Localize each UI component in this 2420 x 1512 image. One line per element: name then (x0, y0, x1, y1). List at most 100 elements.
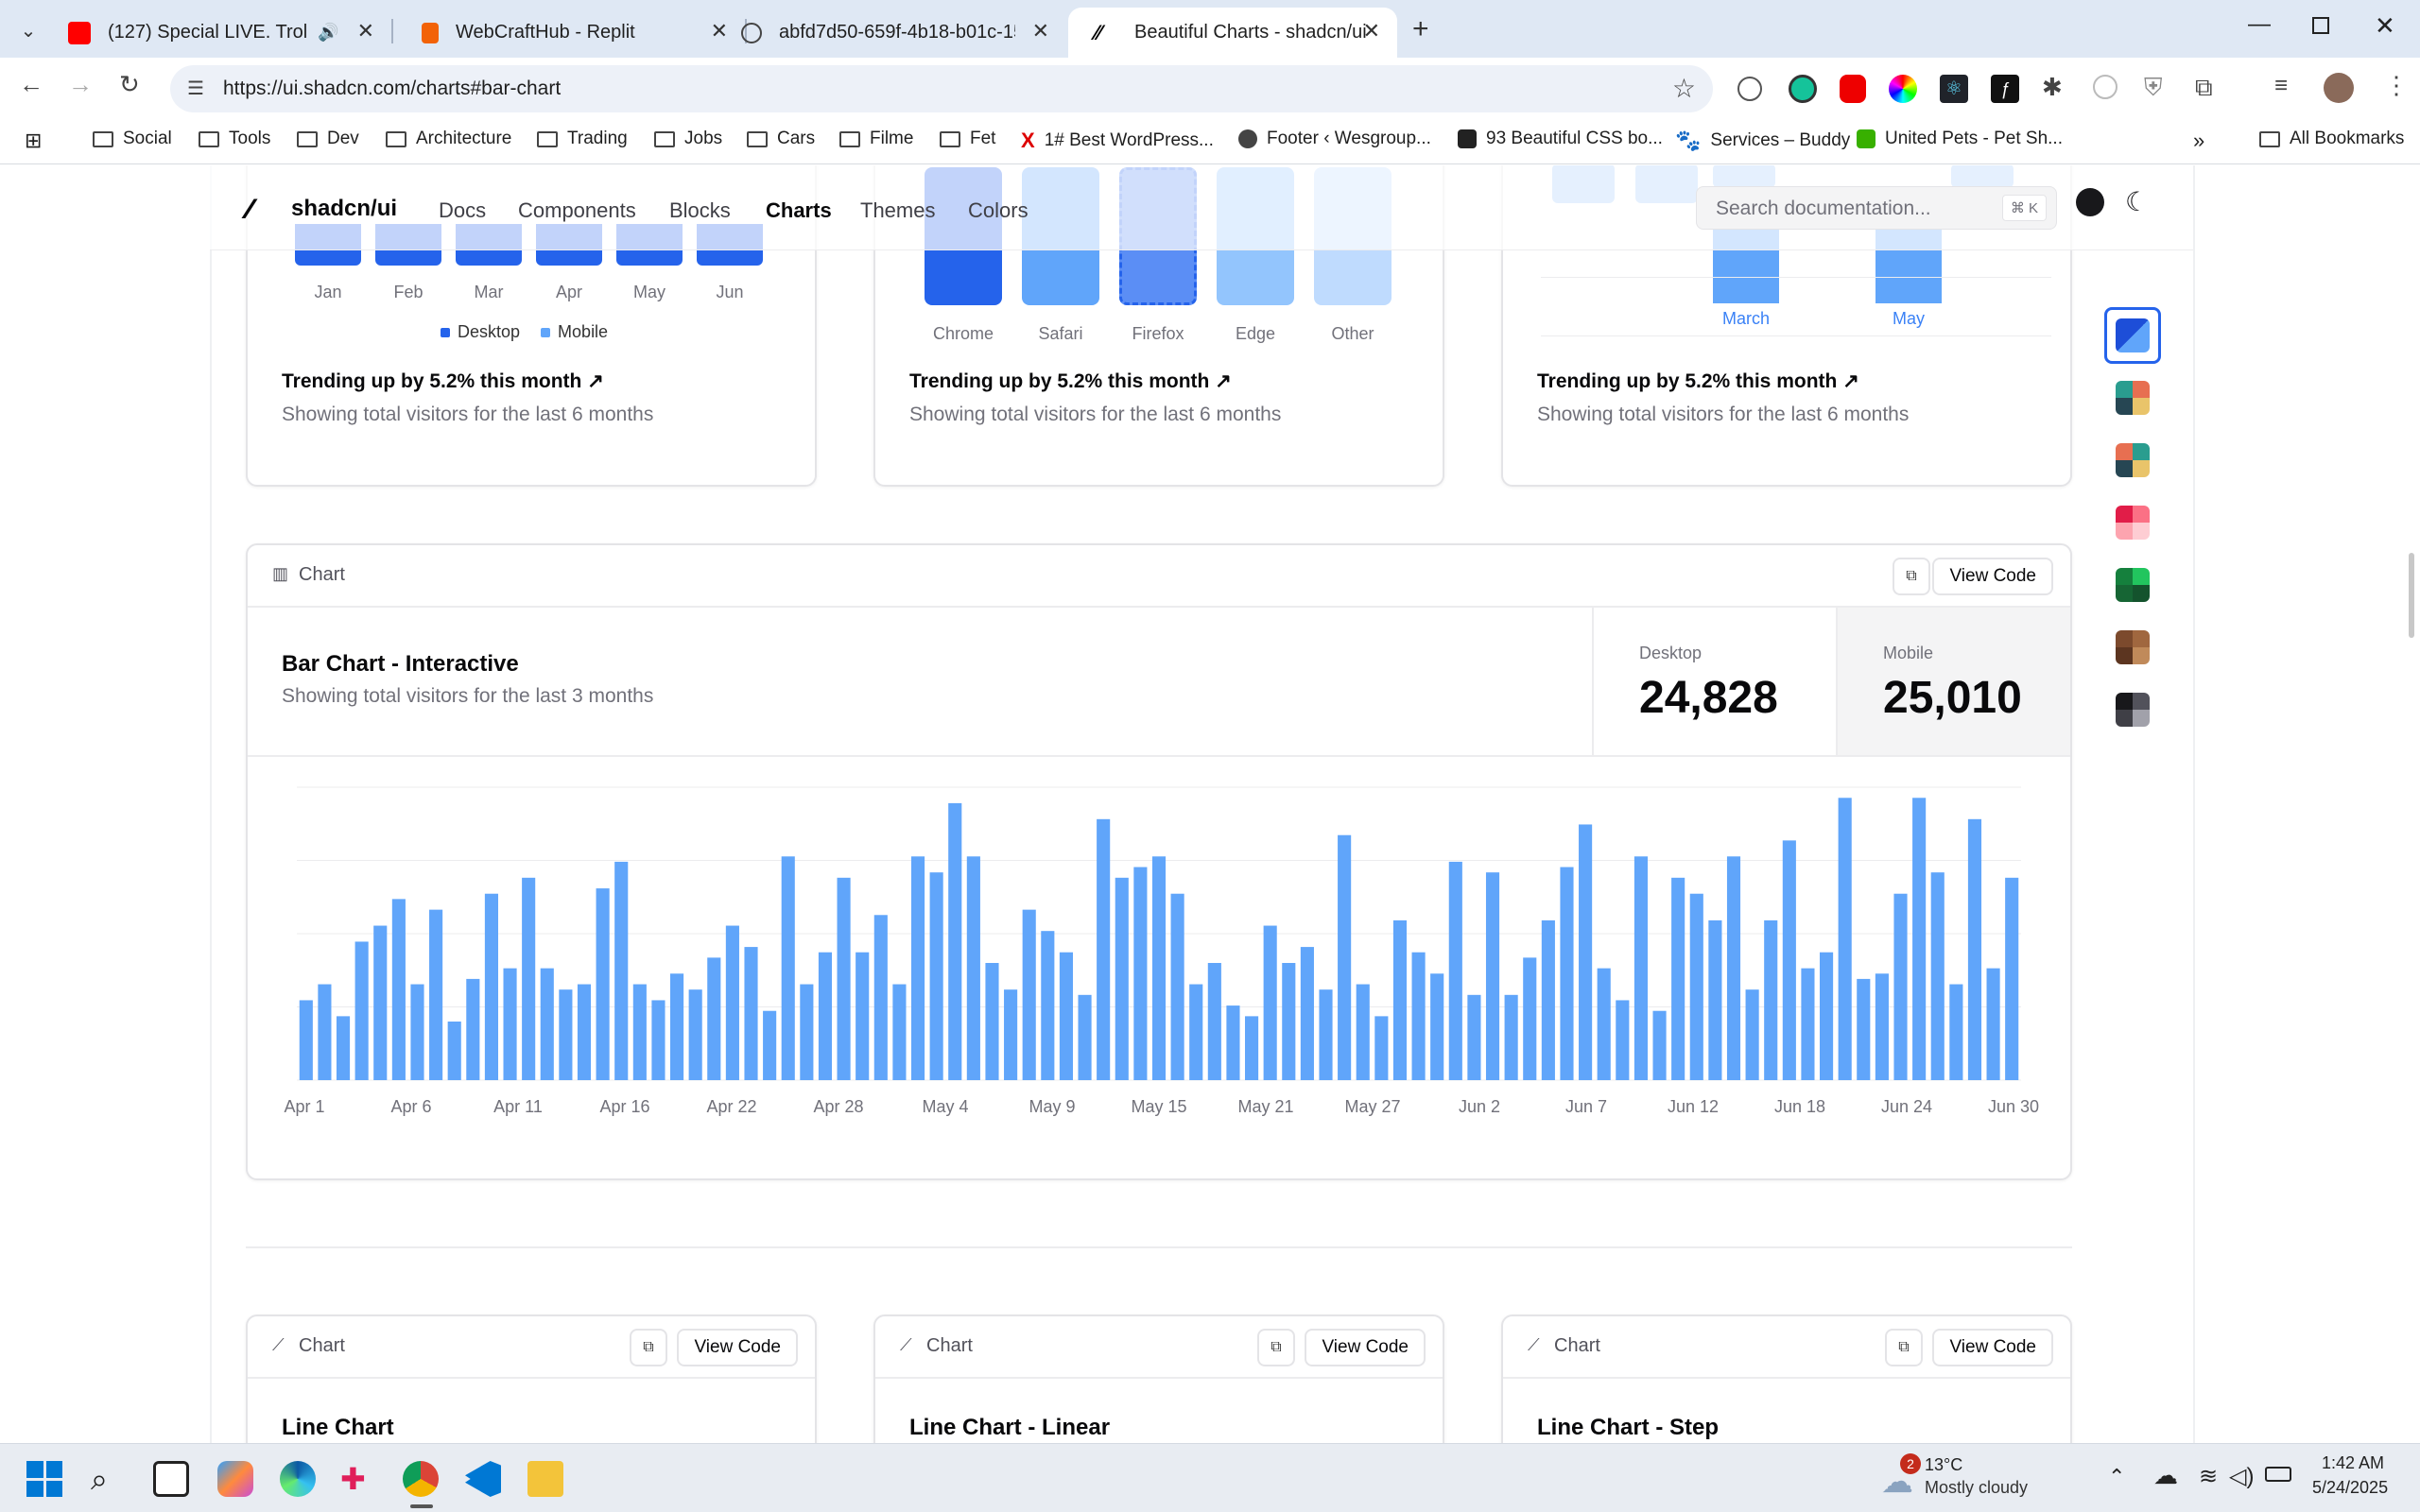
nav-charts[interactable]: Charts (766, 198, 832, 223)
chart-bar[interactable] (910, 856, 925, 1080)
chart-bar[interactable] (1893, 893, 1908, 1080)
chart-bar[interactable] (1726, 856, 1741, 1080)
nav-docs[interactable]: Docs (439, 198, 486, 223)
chart-bar[interactable] (1652, 1010, 1667, 1080)
chart-bar[interactable] (484, 893, 498, 1080)
chart-bar[interactable] (1059, 952, 1073, 1080)
chart-bar[interactable] (1226, 1005, 1240, 1080)
chart-bar[interactable] (1078, 994, 1092, 1080)
chart-bar[interactable] (1319, 989, 1333, 1080)
chart-bar[interactable] (892, 984, 907, 1080)
chart-bar[interactable] (577, 984, 592, 1080)
theme-swatch-rose[interactable] (2116, 506, 2150, 540)
chart-bar[interactable] (1930, 872, 1945, 1080)
slack-icon[interactable]: ✚ (340, 1461, 376, 1497)
chart-bar[interactable] (1189, 984, 1203, 1080)
tab-search-button[interactable]: ⌄ (13, 17, 43, 47)
chart-bar[interactable] (466, 978, 480, 1080)
chart-bar[interactable] (1430, 973, 1444, 1080)
chart-bar[interactable] (651, 1000, 666, 1080)
chevron-up-icon[interactable]: ⌃ (2108, 1465, 2125, 1489)
chart-bar[interactable] (1374, 1016, 1389, 1080)
chart-bar[interactable] (985, 963, 999, 1080)
volume-icon[interactable]: ◁) (2229, 1463, 2254, 1490)
minimize-button[interactable]: — (2248, 11, 2271, 38)
address-bar[interactable]: ☰ https://ui.shadcn.com/charts#bar-chart… (170, 65, 1713, 112)
chart-bar[interactable] (837, 877, 851, 1080)
bookmark-footer[interactable]: Footer ‹ Wesgroup... (1238, 129, 1431, 149)
site-logo[interactable]: shadcn/ui (291, 196, 397, 222)
chart-bar[interactable] (2005, 877, 2019, 1080)
close-icon[interactable]: ✕ (1032, 19, 1049, 43)
bookmark-tools[interactable]: Tools (199, 129, 270, 149)
theme-swatch-neutral[interactable] (2116, 693, 2150, 727)
bookmark-css[interactable]: 93 Beautiful CSS bo... (1458, 129, 1663, 149)
bookmark-filme[interactable]: Filme (839, 129, 913, 149)
bug-icon[interactable]: ✱ (2042, 73, 2063, 102)
nav-themes[interactable]: Themes (860, 198, 935, 223)
chart-bar[interactable] (800, 984, 814, 1080)
chart-bar[interactable] (447, 1022, 461, 1080)
desktop-toggle[interactable]: Desktop 24,828 (1592, 608, 1836, 755)
reload-icon[interactable]: ↻ (119, 70, 140, 99)
chart-bar[interactable] (354, 941, 369, 1080)
adblock-icon[interactable] (1840, 75, 1866, 103)
chart-bar[interactable] (1967, 818, 1982, 1080)
chart-bar[interactable] (1448, 861, 1462, 1080)
chart-bar[interactable] (391, 899, 406, 1080)
chart-bar[interactable] (1170, 893, 1184, 1080)
view-code-button[interactable]: View Code (1305, 1329, 1426, 1366)
chart-bar[interactable] (818, 952, 833, 1080)
bookmark-social[interactable]: Social (93, 129, 172, 149)
chart-bar[interactable] (1097, 818, 1111, 1080)
vscode-icon[interactable] (465, 1461, 501, 1497)
chart-bar[interactable] (596, 888, 610, 1080)
chart-bar[interactable] (559, 989, 573, 1080)
chart-bar[interactable] (1041, 931, 1055, 1080)
chart-bar[interactable] (503, 968, 517, 1080)
chart-bar[interactable] (1857, 978, 1871, 1080)
close-window-button[interactable]: ✕ (2375, 11, 2395, 41)
tab-shadcn-charts[interactable]: ⁄⁄ Beautiful Charts - shadcn/ui ✕ (1068, 8, 1397, 58)
mobile-toggle[interactable]: Mobile 25,010 (1836, 608, 2070, 755)
interactive-bar-chart[interactable]: Apr 1 Apr 6 Apr 11 Apr 16 Apr 22 Apr 28 May 4 M… (248, 759, 2070, 1141)
file-explorer-icon[interactable] (527, 1461, 563, 1497)
chart-bar[interactable] (1541, 919, 1555, 1080)
windows-start-icon[interactable] (26, 1461, 62, 1497)
chart-bar[interactable] (1560, 867, 1574, 1080)
extension-icon-1[interactable] (1737, 77, 1762, 101)
tab-replit[interactable]: WebCraftHub - Replit ✕ (395, 8, 745, 58)
chart-bar[interactable] (1634, 856, 1648, 1080)
chart-bar[interactable] (540, 968, 554, 1080)
chart-bar[interactable] (1022, 909, 1036, 1080)
chart-bar[interactable] (1485, 872, 1500, 1080)
bookmark-star-icon[interactable]: ☆ (1672, 73, 1696, 104)
chart-bar[interactable] (1616, 1000, 1630, 1080)
github-icon[interactable] (2076, 188, 2104, 216)
copy-icon[interactable]: ⧉ (1893, 558, 1930, 595)
chart-bar[interactable] (410, 984, 424, 1080)
wifi-icon[interactable]: ≋ (2199, 1463, 2218, 1490)
chart-bar[interactable] (1689, 893, 1703, 1080)
chart-bar[interactable] (1597, 968, 1611, 1080)
copy-icon[interactable]: ⧉ (630, 1329, 667, 1366)
colorpick-icon[interactable] (1889, 75, 1917, 103)
restore-button[interactable] (2312, 17, 2329, 34)
chart-bar[interactable] (1338, 834, 1352, 1080)
search-input[interactable]: Search documentation... ⌘ K (1696, 186, 2057, 230)
chart-bar[interactable] (929, 872, 943, 1080)
bookmark-jobs[interactable]: Jobs (654, 129, 722, 149)
moon-icon[interactable]: ☾ (2125, 186, 2149, 217)
chart-bar[interactable] (522, 877, 536, 1080)
chart-bar[interactable] (856, 952, 870, 1080)
chart-bar[interactable] (1282, 963, 1296, 1080)
chart-bar[interactable] (1263, 925, 1277, 1080)
weather-widget[interactable]: ☁ 2 13°C Mostly cloudy (1879, 1452, 2068, 1506)
chart-bar[interactable] (299, 1000, 313, 1080)
chart-bar[interactable] (632, 984, 647, 1080)
chart-bar[interactable] (873, 915, 888, 1080)
chart-bar[interactable] (429, 909, 443, 1080)
profile-avatar[interactable] (2324, 73, 2354, 103)
copy-icon[interactable]: ⧉ (1885, 1329, 1923, 1366)
view-code-button[interactable]: View Code (1932, 1329, 2053, 1366)
